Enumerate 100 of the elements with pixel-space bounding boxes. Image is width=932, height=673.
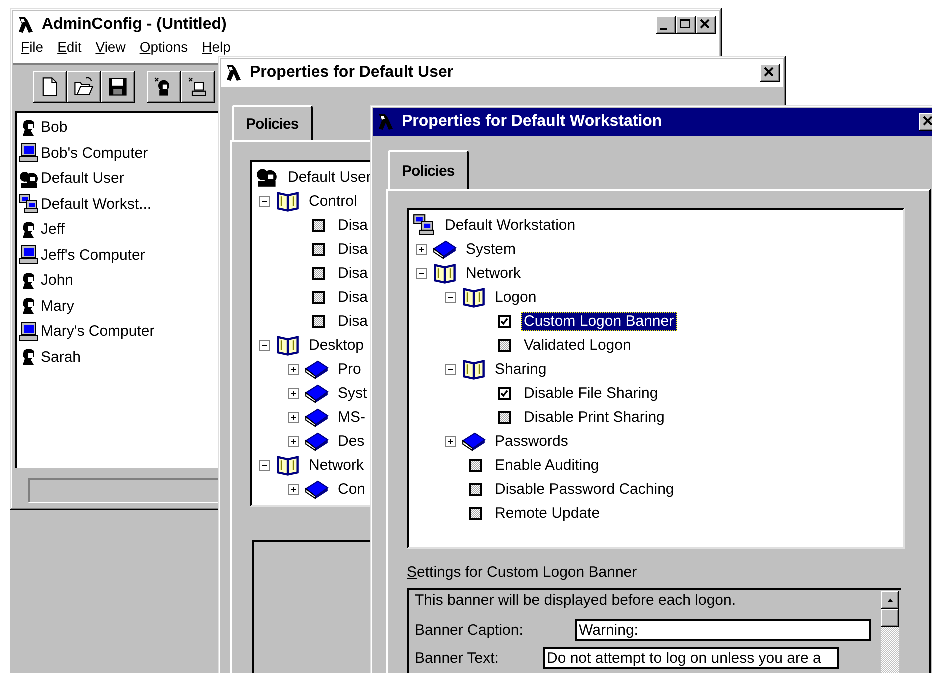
list-item[interactable]: Bob	[41, 119, 68, 136]
expander-icon[interactable]	[288, 412, 299, 422]
computer-icon	[19, 245, 39, 266]
open-book-icon	[462, 286, 486, 308]
expander-icon[interactable]	[445, 292, 456, 302]
list-item[interactable]: Jeff's Computer	[41, 246, 146, 264]
tree-item[interactable]: Validated Logon	[521, 336, 634, 354]
menu-item[interactable]: Options	[140, 39, 188, 55]
checkbox[interactable]	[312, 314, 324, 328]
tree-item[interactable]: Disa	[335, 264, 372, 282]
tree-item[interactable]: Disable Password Caching	[492, 480, 678, 498]
computer-icon	[19, 143, 39, 164]
tree-item[interactable]: Custom Logon Banner	[521, 312, 678, 330]
folder-icon	[73, 76, 95, 98]
expander-icon[interactable]	[416, 244, 427, 254]
menu-item[interactable]: View	[96, 39, 126, 55]
tree-item[interactable]: Default Workstation	[442, 216, 579, 234]
tab[interactable]: Policies	[232, 105, 313, 141]
tree-item[interactable]: Network	[306, 456, 368, 474]
checkbox[interactable]	[468, 506, 482, 520]
expander-icon[interactable]	[288, 388, 299, 398]
expander-icon[interactable]	[288, 436, 299, 446]
list-item[interactable]: Jeff	[41, 221, 65, 238]
expander-icon[interactable]	[445, 364, 456, 374]
add-user-button[interactable]	[147, 71, 181, 103]
checkbox[interactable]	[312, 242, 324, 256]
list-item[interactable]: Mary	[41, 298, 74, 315]
checkbox[interactable]	[498, 410, 510, 424]
tree-item[interactable]: Disa	[335, 288, 372, 306]
tree-item[interactable]: Disa	[335, 312, 372, 330]
expander-icon[interactable]	[288, 484, 299, 494]
tree-item[interactable]: System	[463, 240, 520, 258]
checkbox[interactable]	[498, 314, 510, 328]
close-button[interactable]	[696, 16, 716, 34]
scroll-thumb[interactable]	[881, 609, 899, 627]
tab[interactable]: Policies	[388, 150, 469, 190]
tree-item[interactable]: Disable File Sharing	[521, 384, 662, 402]
list-item[interactable]: Default Workst...	[41, 196, 152, 213]
tree-item[interactable]: Network	[463, 264, 524, 282]
tree-item[interactable]: Remote Update	[492, 504, 604, 522]
add-computer-button[interactable]	[181, 71, 215, 103]
expander-icon[interactable]	[416, 268, 427, 278]
checkbox[interactable]	[312, 218, 324, 232]
tree-item[interactable]: Pro	[335, 360, 364, 378]
book-icon	[462, 430, 486, 452]
input-field[interactable]: Warning:	[575, 619, 871, 641]
open-book-icon	[276, 334, 300, 356]
scroll-up-button[interactable]	[881, 591, 899, 609]
checkbox[interactable]	[498, 338, 510, 352]
tree-item[interactable]: Logon	[492, 288, 540, 306]
checkbox[interactable]	[312, 290, 324, 304]
menu-item[interactable]: File	[21, 39, 44, 55]
tree-item[interactable]: Control	[306, 192, 360, 210]
tree-item[interactable]: Con	[335, 480, 369, 498]
computers-icon	[412, 214, 436, 236]
maximize-button[interactable]	[676, 16, 696, 34]
expander-icon[interactable]	[259, 460, 270, 470]
tree-item[interactable]: MS-	[335, 408, 368, 426]
checkbox[interactable]	[312, 266, 324, 280]
list-item[interactable]: Bob's Computer	[41, 144, 148, 162]
open-folder-button[interactable]	[67, 71, 101, 103]
field-label: Banner Text:	[415, 650, 499, 666]
close-icon	[763, 66, 775, 78]
tree-item[interactable]: Des	[335, 432, 368, 450]
input-field[interactable]: Do not attempt to log on unless you are a	[543, 647, 839, 669]
tree-item[interactable]: Disable Print Sharing	[521, 408, 668, 426]
checkbox[interactable]	[468, 458, 482, 472]
description-text: This banner will be displayed before each logon.	[415, 592, 738, 611]
expander-icon[interactable]	[445, 436, 456, 446]
menu-item[interactable]: Help	[202, 39, 231, 55]
scroll-bar[interactable]	[881, 591, 899, 673]
tree-item[interactable]: Disa	[335, 240, 372, 258]
app-icon	[224, 63, 244, 83]
settings-label: Settings for Custom Logon Banner	[407, 564, 638, 581]
checkbox[interactable]	[468, 482, 482, 496]
save-button[interactable]	[101, 71, 135, 103]
list-item[interactable]: Sarah	[41, 348, 82, 366]
expander-icon[interactable]	[288, 364, 299, 374]
computers-icon	[19, 194, 39, 214]
close-icon	[699, 18, 711, 30]
close-button[interactable]	[760, 64, 780, 82]
maximize-icon	[679, 18, 691, 30]
new-file-button[interactable]	[33, 71, 67, 103]
tree-item[interactable]: Enable Auditing	[492, 456, 602, 474]
expander-icon[interactable]	[259, 340, 270, 350]
tree-item[interactable]: Sharing	[492, 360, 550, 378]
book-icon	[305, 478, 329, 500]
list-item[interactable]: John	[41, 272, 74, 290]
open-book-icon	[433, 262, 457, 284]
menu-item[interactable]: Edit	[58, 39, 82, 55]
list-item[interactable]: Mary's Computer	[41, 323, 155, 340]
tree-item[interactable]: Disa	[335, 216, 372, 234]
list-item[interactable]: Default User	[41, 170, 124, 188]
tree-item[interactable]: Syst	[335, 384, 370, 402]
expander-icon[interactable]	[259, 196, 270, 206]
checkbox[interactable]	[498, 386, 510, 400]
tree-item[interactable]: Default User	[285, 168, 374, 186]
minimize-button[interactable]	[656, 16, 676, 34]
tree-item[interactable]: Passwords	[492, 432, 572, 450]
tree-item[interactable]: Desktop	[306, 336, 368, 354]
